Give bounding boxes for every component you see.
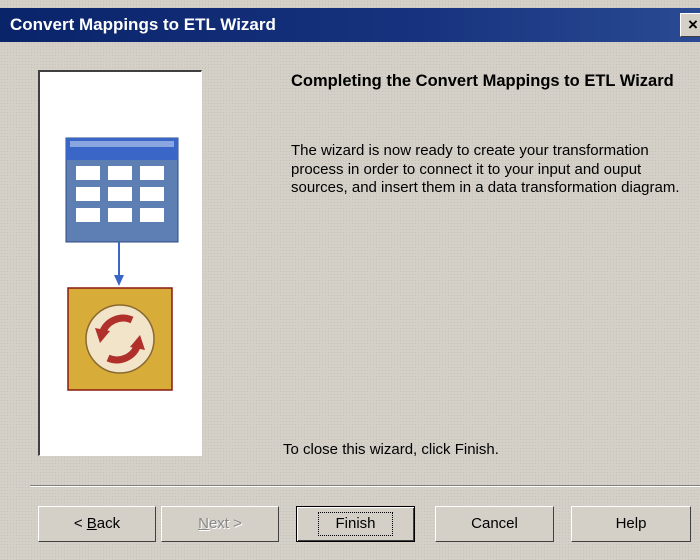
title-bar: Convert Mappings to ETL Wizard — [0, 8, 700, 42]
finish-label: Finish — [318, 512, 393, 536]
transformation-process-icon — [67, 287, 173, 391]
help-button[interactable]: Help — [571, 506, 691, 542]
back-button[interactable]: < Back — [38, 506, 156, 542]
button-separator — [30, 485, 700, 487]
close-icon: × — [688, 15, 698, 34]
completion-description: The wizard is now ready to create your t… — [291, 142, 680, 196]
wizard-illustration-panel — [38, 70, 202, 456]
cancel-button[interactable]: Cancel — [435, 506, 554, 542]
wizard-illustration — [65, 137, 179, 391]
arrow-down-icon — [114, 242, 124, 286]
back-label-rest: ack — [96, 515, 121, 532]
close-instruction: To close this wizard, click Finish. — [283, 441, 499, 458]
cancel-label: Cancel — [471, 515, 518, 532]
back-prefix: < — [73, 515, 87, 532]
close-button[interactable]: × — [680, 13, 700, 37]
finish-button[interactable]: Finish — [296, 506, 415, 542]
next-button[interactable]: Next > — [161, 506, 279, 542]
next-mnemonic: N — [198, 515, 209, 532]
wizard-window: Convert Mappings to ETL Wizard × Complet… — [0, 0, 700, 560]
window-title: Convert Mappings to ETL Wizard — [10, 15, 276, 34]
back-mnemonic: B — [86, 515, 97, 532]
help-label: Help — [615, 515, 647, 532]
table-icon — [65, 137, 179, 243]
next-label-rest: ext > — [208, 515, 242, 532]
completion-heading: Completing the Convert Mappings to ETL W… — [291, 72, 674, 90]
